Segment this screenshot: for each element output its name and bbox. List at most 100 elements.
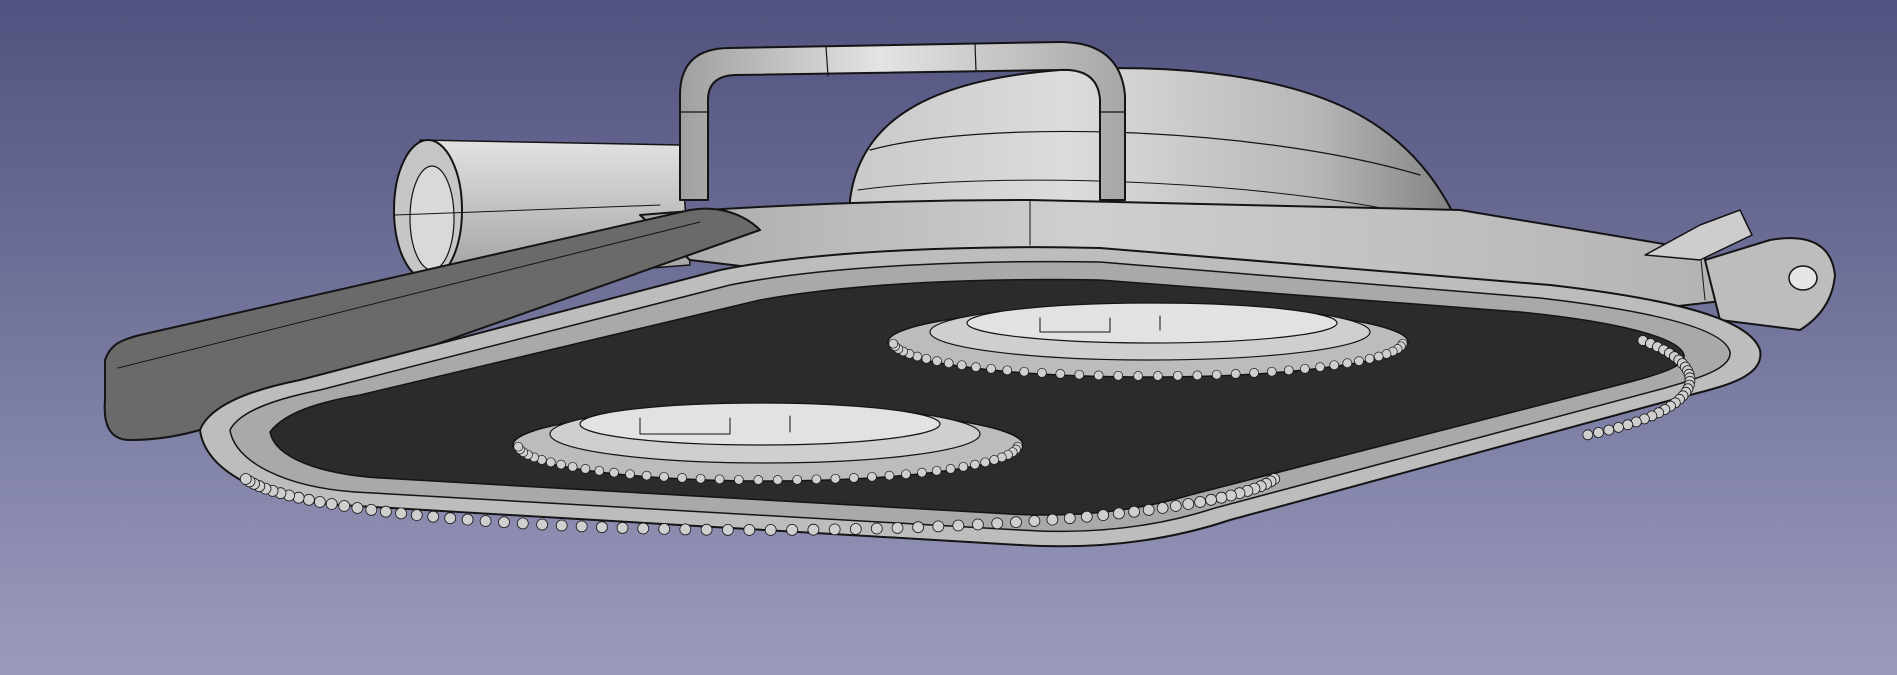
stud [679, 523, 692, 536]
stud [302, 493, 315, 506]
3d-scene[interactable] [0, 0, 1897, 675]
stud [637, 522, 650, 535]
stud [849, 473, 859, 483]
stud [867, 471, 877, 482]
stud [786, 524, 798, 536]
stud [659, 471, 669, 482]
stud [609, 467, 619, 478]
stud [1315, 362, 1325, 372]
stud [594, 465, 605, 476]
stud [379, 505, 392, 518]
stud [811, 474, 822, 485]
stud [971, 362, 981, 372]
stud [972, 518, 984, 531]
stud [1010, 516, 1022, 529]
stud [1153, 371, 1163, 381]
stud [1283, 365, 1294, 376]
stud [1037, 368, 1047, 378]
stud [931, 465, 942, 476]
stud [1373, 351, 1384, 362]
stud [427, 510, 440, 523]
stud [714, 474, 725, 485]
stud [395, 507, 408, 520]
stud [932, 520, 945, 533]
stud [313, 496, 326, 508]
stud [616, 522, 629, 534]
stud [596, 521, 608, 534]
stud [1182, 498, 1195, 510]
stud [917, 467, 927, 478]
stud [575, 520, 588, 533]
stud [912, 521, 924, 534]
stud [338, 500, 351, 512]
stud [1113, 370, 1124, 381]
stud [884, 470, 895, 481]
stud [772, 475, 783, 485]
stud [1192, 370, 1203, 381]
stud [1097, 509, 1110, 521]
stud [1046, 513, 1059, 526]
stud [1211, 369, 1222, 380]
stud [945, 464, 956, 474]
stud [1080, 510, 1093, 523]
stud [1169, 500, 1182, 512]
stud [1028, 515, 1041, 527]
stud [580, 464, 591, 474]
stud [1300, 363, 1310, 374]
stud [1055, 369, 1066, 379]
stud [991, 517, 1004, 530]
stud [516, 517, 529, 530]
stud [1133, 371, 1143, 381]
stud [1194, 496, 1206, 508]
stud [536, 518, 548, 531]
stud [1603, 424, 1615, 436]
stud [849, 523, 862, 535]
stud [1582, 429, 1594, 441]
stud [888, 338, 899, 349]
stud [1622, 419, 1634, 431]
stud [365, 503, 378, 516]
stud [1019, 366, 1030, 377]
stud [1172, 370, 1183, 381]
stud [677, 473, 687, 483]
stud [733, 474, 744, 485]
stud [932, 356, 942, 366]
stud [325, 498, 338, 510]
stud [1205, 493, 1217, 506]
stud [870, 522, 883, 535]
stud [1329, 360, 1340, 371]
stud [1613, 421, 1624, 433]
stud [479, 515, 492, 527]
stud [764, 524, 777, 536]
stud [989, 455, 1000, 465]
stud [641, 470, 652, 481]
stud [498, 516, 510, 529]
stud [1113, 507, 1125, 520]
stud [410, 509, 423, 521]
stud [986, 363, 996, 374]
stud [1266, 366, 1277, 377]
stud [830, 473, 841, 484]
stud [943, 358, 954, 369]
stud [792, 474, 803, 485]
3d-viewport[interactable] [0, 0, 1897, 675]
stud [545, 457, 556, 468]
stud [1249, 368, 1259, 378]
stud [351, 502, 364, 514]
stud [952, 519, 965, 532]
stud [807, 523, 820, 536]
stud [921, 353, 932, 364]
stud [625, 469, 635, 480]
stud [1354, 356, 1364, 366]
stud [556, 459, 566, 470]
stud [444, 512, 457, 525]
stud [1093, 370, 1104, 381]
stud [891, 522, 904, 534]
stud [1142, 503, 1155, 516]
stud [1002, 365, 1013, 376]
stud [1364, 353, 1375, 364]
stud [695, 473, 706, 484]
stud [567, 461, 578, 472]
stud [743, 524, 756, 536]
stud [1230, 369, 1241, 379]
